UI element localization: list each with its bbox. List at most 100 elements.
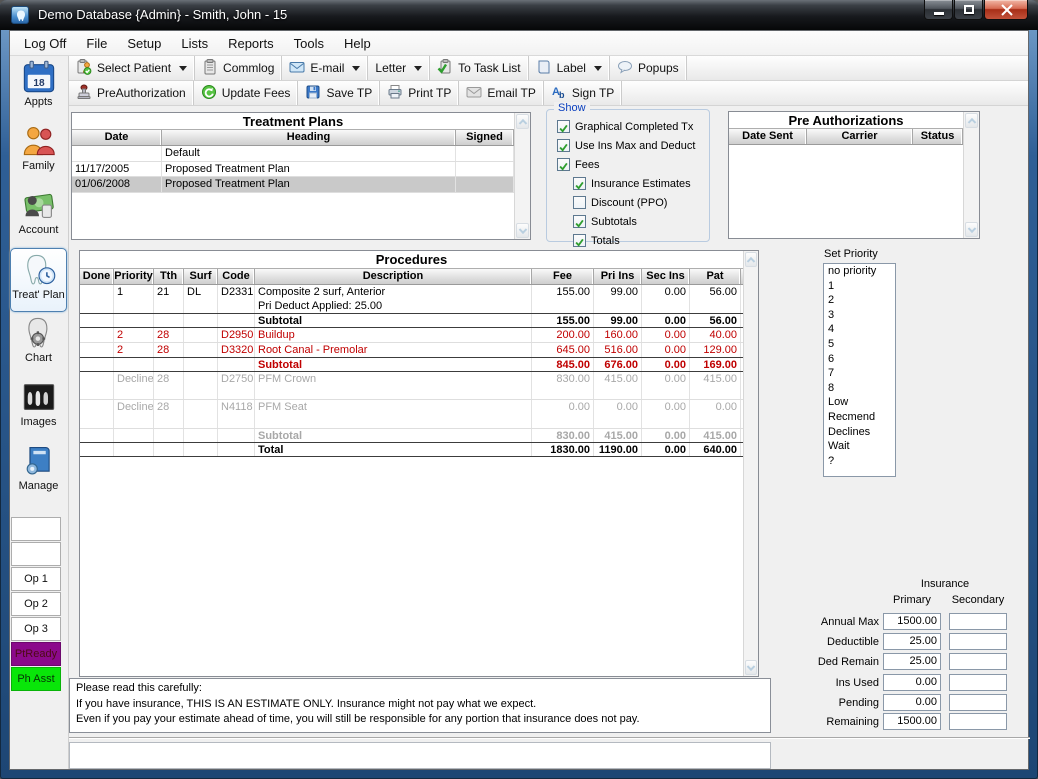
sidebar-module-account[interactable]: Account [10, 184, 67, 248]
priority-option-declines[interactable]: Declines [824, 425, 895, 440]
sidebar-module-family[interactable]: Family [10, 120, 67, 184]
checkbox-box[interactable] [573, 177, 586, 190]
toolbar-button-save-tp[interactable]: Save TP [298, 81, 380, 105]
sidebar-module-appts[interactable]: 18Appts [10, 56, 67, 120]
column-header-date-sent[interactable]: Date Sent [729, 129, 807, 144]
minimize-button[interactable] [924, 0, 953, 20]
quick-note-field[interactable] [69, 742, 771, 769]
toolbar-button-label[interactable]: Label [529, 56, 610, 80]
insurance-primary-field-remaining[interactable]: 1500.00 [883, 713, 941, 730]
toolbar-button-to-task-list[interactable]: To Task List [430, 56, 528, 80]
op-button-ph-asst[interactable]: Ph Asst [11, 667, 61, 691]
toolbar-button-e-mail[interactable]: E-mail [282, 56, 368, 80]
sidebar-module-chart[interactable]: Chart [10, 312, 67, 376]
op-button-op-2[interactable]: Op 2 [11, 592, 61, 616]
set-priority-listbox[interactable]: no priority12345678LowRecmendDeclinesWai… [823, 263, 896, 477]
checkbox-box[interactable] [573, 196, 586, 209]
column-header-heading[interactable]: Heading [162, 130, 456, 145]
column-header-carrier[interactable]: Carrier [807, 129, 913, 144]
column-header-fee[interactable]: Fee [532, 269, 594, 284]
scroll-up-button[interactable] [516, 114, 529, 129]
column-header-status[interactable]: Status [913, 129, 963, 144]
insurance-primary-field-deductible[interactable]: 25.00 [883, 633, 941, 650]
column-header-description[interactable]: Description [255, 269, 532, 284]
insurance-primary-field-annual-max[interactable]: 1500.00 [883, 613, 941, 630]
chevron-down-icon[interactable] [352, 66, 360, 71]
menu-item-log-off[interactable]: Log Off [14, 31, 76, 56]
maximize-button[interactable] [954, 0, 983, 20]
column-header-pat[interactable]: Pat [690, 269, 741, 284]
menu-item-reports[interactable]: Reports [218, 31, 284, 56]
checkbox-box[interactable] [557, 120, 570, 133]
procedure-row[interactable]: 121DLD2331Composite 2 surf, AnteriorPri … [80, 285, 743, 314]
insurance-primary-field-ded-remain[interactable]: 25.00 [883, 653, 941, 670]
priority-option--[interactable]: ? [824, 454, 895, 469]
chevron-down-icon[interactable] [414, 66, 422, 71]
priority-option-low[interactable]: Low [824, 395, 895, 410]
column-header-signed[interactable]: Signed [456, 130, 514, 145]
menu-item-file[interactable]: File [76, 31, 117, 56]
checkbox-totals[interactable]: Totals [573, 231, 709, 250]
insurance-secondary-field-deductible[interactable] [949, 633, 1007, 650]
checkbox-use-ins-max-and-deduct[interactable]: Use Ins Max and Deduct [557, 136, 709, 155]
procedure-row[interactable]: Declines28N4118PFM Seat0.000.000.000.00 [80, 400, 743, 429]
priority-option-wait[interactable]: Wait [824, 439, 895, 454]
procedure-row[interactable]: 228D2950Buildup200.00160.000.0040.00 [80, 328, 743, 343]
priority-option-2[interactable]: 2 [824, 293, 895, 308]
column-header-date[interactable]: Date [72, 130, 162, 145]
column-header-surf[interactable]: Surf [184, 269, 218, 284]
insurance-secondary-field-pending[interactable] [949, 694, 1007, 711]
priority-option-recmend[interactable]: Recmend [824, 410, 895, 425]
chevron-down-icon[interactable] [179, 66, 187, 71]
op-button-blank-1[interactable] [11, 542, 61, 566]
vertical-scrollbar[interactable] [743, 251, 758, 676]
toolbar-button-print-tp[interactable]: Print TP [380, 81, 459, 105]
checkbox-box[interactable] [573, 215, 586, 228]
priority-option-4[interactable]: 4 [824, 322, 895, 337]
menu-item-help[interactable]: Help [334, 31, 381, 56]
menu-item-lists[interactable]: Lists [171, 31, 218, 56]
checkbox-box[interactable] [573, 234, 586, 247]
checkbox-graphical-completed-tx[interactable]: Graphical Completed Tx [557, 117, 709, 136]
checkbox-discount-ppo-[interactable]: Discount (PPO) [573, 193, 709, 212]
column-header-priority[interactable]: Priority [114, 269, 154, 284]
treatment-plan-row[interactable]: Default [72, 146, 514, 162]
op-button-ptready[interactable]: PtReady [11, 642, 61, 666]
column-header-tth[interactable]: Tth [154, 269, 184, 284]
priority-option-8[interactable]: 8 [824, 381, 895, 396]
priority-option-1[interactable]: 1 [824, 279, 895, 294]
toolbar-button-preauthorization[interactable]: PreAuthorization [69, 81, 194, 105]
insurance-primary-field-ins-used[interactable]: 0.00 [883, 674, 941, 691]
insurance-primary-field-pending[interactable]: 0.00 [883, 694, 941, 711]
scroll-down-button[interactable] [965, 222, 978, 237]
priority-option-7[interactable]: 7 [824, 366, 895, 381]
column-header-pri-ins[interactable]: Pri Ins [594, 269, 642, 284]
toolbar-button-select-patient[interactable]: Select Patient [69, 56, 195, 80]
column-header-code[interactable]: Code [218, 269, 255, 284]
scroll-down-button[interactable] [745, 660, 757, 675]
insurance-secondary-field-remaining[interactable] [949, 713, 1007, 730]
op-button-op-3[interactable]: Op 3 [11, 617, 61, 641]
treatment-plan-row[interactable]: 01/06/2008Proposed Treatment Plan [72, 177, 514, 193]
priority-option-5[interactable]: 5 [824, 337, 895, 352]
op-button-op-1[interactable]: Op 1 [11, 567, 61, 591]
priority-option-no-priority[interactable]: no priority [824, 264, 895, 279]
priority-option-6[interactable]: 6 [824, 352, 895, 367]
checkbox-fees[interactable]: Fees [557, 155, 709, 174]
sidebar-module-treat-plan[interactable]: Treat' Plan [10, 248, 67, 312]
sidebar-module-manage[interactable]: Manage [10, 440, 67, 504]
insurance-secondary-field-ded-remain[interactable] [949, 653, 1007, 670]
menu-item-setup[interactable]: Setup [117, 31, 171, 56]
vertical-scrollbar[interactable] [963, 112, 979, 238]
checkbox-insurance-estimates[interactable]: Insurance Estimates [573, 174, 709, 193]
insurance-secondary-field-ins-used[interactable] [949, 674, 1007, 691]
priority-option-3[interactable]: 3 [824, 308, 895, 323]
checkbox-subtotals[interactable]: Subtotals [573, 212, 709, 231]
toolbar-button-popups[interactable]: Popups [610, 56, 687, 80]
close-button[interactable] [984, 0, 1028, 20]
menu-item-tools[interactable]: Tools [284, 31, 334, 56]
checkbox-box[interactable] [557, 158, 570, 171]
column-header-done[interactable]: Done [80, 269, 114, 284]
scroll-up-button[interactable] [745, 252, 757, 267]
toolbar-button-letter[interactable]: Letter [368, 56, 430, 80]
